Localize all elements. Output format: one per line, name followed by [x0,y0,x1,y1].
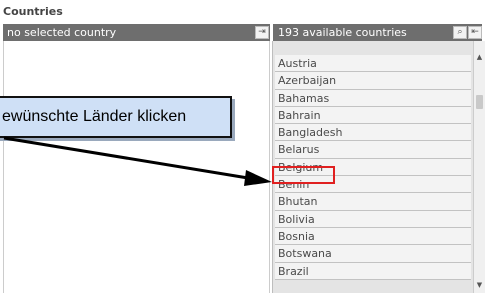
country-item-belgium[interactable]: Belgium [275,158,471,177]
instruction-callout-text: ewünschte Länder klicken [2,108,187,125]
scrollbar-thumb[interactable] [476,95,483,109]
country-item-bahrain[interactable]: Bahrain [275,106,471,125]
section-title: Countries [3,5,63,18]
country-item-austria[interactable]: Austria [275,55,471,73]
country-item-bahamas[interactable]: Bahamas [275,89,471,107]
search-icon[interactable]: ⌕ [453,26,467,39]
country-item-azerbaijan[interactable]: Azerbaijan [275,72,471,90]
scroll-up-icon[interactable]: ▲ [474,51,485,63]
instruction-callout: ewünschte Länder klicken [0,96,232,138]
available-countries-header-label: 193 available countries [278,26,407,39]
country-item-benin[interactable]: Benin [275,176,471,194]
selected-countries-header-label: no selected country [7,26,117,39]
available-countries-header: 193 available countries ⌕ ⇤ [273,24,482,41]
selected-countries-header: no selected country ⇥ [3,24,270,41]
countries-scrollbar[interactable]: ▲ ▼ [473,41,485,293]
country-item-bangladesh[interactable]: Bangladesh [275,124,471,142]
country-item-bhutan[interactable]: Bhutan [275,193,471,211]
country-item-brazil[interactable]: Brazil [275,262,471,280]
move-all-left-icon[interactable]: ⇥ [255,26,269,39]
country-item-belarus[interactable]: Belarus [275,141,471,159]
selected-countries-list[interactable] [3,41,270,293]
available-countries-panel: Austria Azerbaijan Bahamas Bahrain Bangl… [272,41,473,293]
available-countries-list: Austria Azerbaijan Bahamas Bahrain Bangl… [275,55,471,280]
country-item-bolivia[interactable]: Bolivia [275,210,471,228]
move-all-right-icon[interactable]: ⇤ [468,26,482,39]
country-item-botswana[interactable]: Botswana [275,245,471,263]
scroll-down-icon[interactable]: ▼ [474,279,485,291]
country-item-bosnia[interactable]: Bosnia [275,227,471,246]
